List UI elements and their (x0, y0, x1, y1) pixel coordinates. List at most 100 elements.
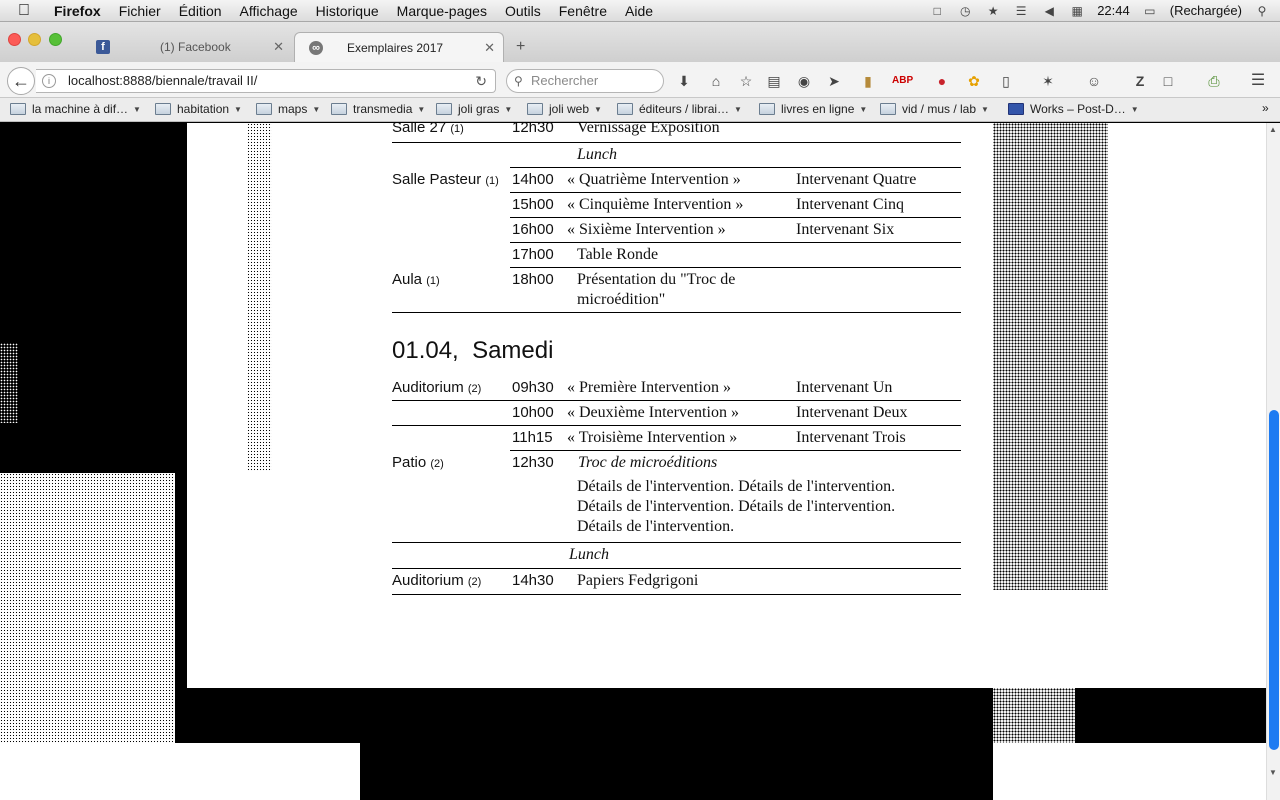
hamburger-menu-icon[interactable]: ☰ (1250, 73, 1266, 89)
chevron-down-icon: ▼ (594, 104, 602, 114)
pinterest-icon[interactable]: ● (934, 73, 950, 89)
menu-app-firefox[interactable]: Firefox (54, 3, 101, 19)
bookmark-folder[interactable]: livres en ligne ▼ (759, 102, 867, 116)
bookmark-folder[interactable]: vid / mus / lab ▼ (880, 102, 989, 116)
pocket-icon[interactable]: ◉ (796, 73, 812, 89)
adblock-icon[interactable]: ABP (892, 73, 913, 89)
folder-icon (617, 103, 633, 115)
macos-menubar:  Firefox Fichier Édition Affichage Hist… (0, 0, 1280, 22)
tab-facebook[interactable]: f (1) Facebook ✕ (82, 32, 292, 62)
reload-icon[interactable]: ↻ (475, 70, 487, 92)
bookmark-folder[interactable]: maps ▼ (256, 102, 320, 116)
spotlight-search-icon[interactable]: ⚲ (1254, 4, 1270, 18)
bookmark-folder[interactable]: joli web ▼ (527, 102, 602, 116)
bookmark-folder[interactable]: éditeurs / librai… ▼ (617, 102, 742, 116)
page-content: Salle 27 (1) 12h30 Vernissage Exposition… (0, 123, 1266, 800)
page-panel-bottom (0, 743, 360, 800)
table-row: Aula (1) 18h00 Présentation du "Troc de … (392, 268, 961, 313)
zoom-window-button[interactable] (49, 33, 62, 46)
vertical-scrollbar[interactable]: ▲ ▼ (1266, 123, 1280, 800)
close-window-button[interactable] (8, 33, 21, 46)
bookmark-folder[interactable]: habitation ▼ (155, 102, 242, 116)
print-icon[interactable]: ⎙ (1206, 73, 1222, 89)
menu-affichage[interactable]: Affichage (240, 3, 298, 19)
scroll-down-icon[interactable]: ▼ (1269, 768, 1277, 777)
folder-icon (331, 103, 347, 115)
time-machine-icon[interactable]: ◷ (957, 4, 973, 18)
send-icon[interactable]: ➤ (826, 73, 842, 89)
menu-outils[interactable]: Outils (505, 3, 541, 19)
menu-historique[interactable]: Historique (316, 3, 379, 19)
tab-exemplaires[interactable]: ∞ Exemplaires 2017 ✕ (294, 32, 504, 62)
menu-fichier[interactable]: Fichier (119, 3, 161, 19)
scroll-up-icon[interactable]: ▲ (1269, 125, 1277, 134)
downloads-icon[interactable]: ⬇ (676, 73, 692, 89)
avatar-icon[interactable]: ☺ (1086, 73, 1102, 89)
folder-icon (759, 103, 775, 115)
rss-icon (1008, 103, 1024, 115)
close-tab-icon[interactable]: ✕ (273, 39, 284, 55)
url-text[interactable]: localhost:8888/biennale/travail II/ (68, 70, 257, 92)
folder-icon (880, 103, 896, 115)
calendar-icon[interactable]: ▦ (1069, 4, 1085, 18)
bookmark-rss[interactable]: Works – Post-D… ▼ (1008, 102, 1139, 116)
page-panel-bottom (993, 743, 1266, 800)
search-input[interactable]: ⚲ Rechercher (506, 69, 664, 93)
new-tab-button[interactable]: + (516, 38, 525, 56)
navigation-bar: i localhost:8888/biennale/travail II/ ↻ … (0, 62, 1280, 98)
table-row: Lunch (510, 143, 961, 168)
tools-icon[interactable]: ✶ (1040, 73, 1056, 89)
folder-icon (527, 103, 543, 115)
wifi-icon[interactable]: ☰ (1013, 4, 1029, 18)
table-row: 16h00 « Sixième Intervention » Intervena… (510, 218, 961, 243)
bookmark-folder[interactable]: transmedia ▼ (331, 102, 425, 116)
folder-icon (10, 103, 26, 115)
clock[interactable]: 22:44 (1097, 3, 1130, 18)
colorzilla-icon[interactable]: ✿ (966, 73, 982, 89)
search-placeholder: Rechercher (531, 73, 599, 88)
chevron-down-icon: ▼ (859, 104, 868, 114)
scrollbar-thumb[interactable] (1269, 410, 1279, 750)
bookmark-folder[interactable]: joli gras ▼ (436, 102, 512, 116)
url-bar[interactable]: i localhost:8888/biennale/travail II/ ↻ (36, 69, 496, 93)
close-tab-icon[interactable]: ✕ (484, 40, 495, 56)
dither-decoration (0, 473, 175, 743)
volume-icon[interactable]: ◀ (1041, 4, 1057, 18)
bookmark-folder[interactable]: la machine à dif… ▼ (10, 102, 141, 116)
table-row: Auditorium (2) 09h30 « Première Interven… (392, 376, 961, 401)
bookmark-star-icon[interactable]: ☆ (738, 73, 754, 89)
menu-fenetre[interactable]: Fenêtre (559, 3, 607, 19)
bluetooth-icon[interactable]: ★ (985, 4, 1001, 18)
reading-list-icon[interactable]: ▤ (766, 73, 782, 89)
menu-aide[interactable]: Aide (625, 3, 653, 19)
home-icon[interactable]: ⌂ (708, 73, 724, 89)
battery-status[interactable]: (Rechargée) (1170, 3, 1242, 18)
day-heading: 01.04, Samedi (392, 337, 554, 364)
battery-icon[interactable]: ▭ (1142, 4, 1158, 18)
tab-facebook-label: (1) Facebook (160, 40, 231, 54)
table-row: Patio (2) 12h30 Troc de microéditions Dé… (392, 451, 961, 543)
chevron-down-icon: ▼ (417, 104, 426, 114)
scrapbook-icon[interactable]: ▮ (860, 73, 876, 89)
clipboard-icon[interactable]: ▯ (998, 73, 1014, 89)
tab-bar: f (1) Facebook ✕ ∞ Exemplaires 2017 ✕ + (0, 22, 1280, 62)
site-info-icon[interactable]: i (42, 74, 56, 88)
dropbox-icon[interactable]: □ (929, 4, 945, 18)
document-icon[interactable]: □ (1160, 73, 1176, 89)
back-button[interactable]: ← (7, 67, 35, 95)
minimize-window-button[interactable] (28, 33, 41, 46)
zotero-icon[interactable]: Z (1132, 73, 1148, 89)
menu-marque-pages[interactable]: Marque-pages (397, 3, 487, 19)
chevron-down-icon: ▼ (981, 104, 989, 114)
folder-icon (155, 103, 171, 115)
table-row: Salle Pasteur (1) 14h00 « Quatrième Inte… (392, 168, 961, 193)
menu-edition[interactable]: Édition (179, 3, 222, 19)
bookmarks-overflow-icon[interactable]: » (1262, 101, 1269, 115)
dither-column-right (993, 123, 1108, 590)
tab-exemplaires-label: Exemplaires 2017 (347, 40, 444, 55)
apple-icon[interactable]:  (18, 2, 40, 20)
dither-decoration (993, 688, 1075, 743)
day-heading-row: 01.04, Samedi (392, 313, 961, 376)
table-row: 17h00 Table Ronde (510, 243, 961, 268)
bookmarks-bar: la machine à dif… ▼ habitation ▼ maps ▼ tra… (0, 98, 1280, 122)
